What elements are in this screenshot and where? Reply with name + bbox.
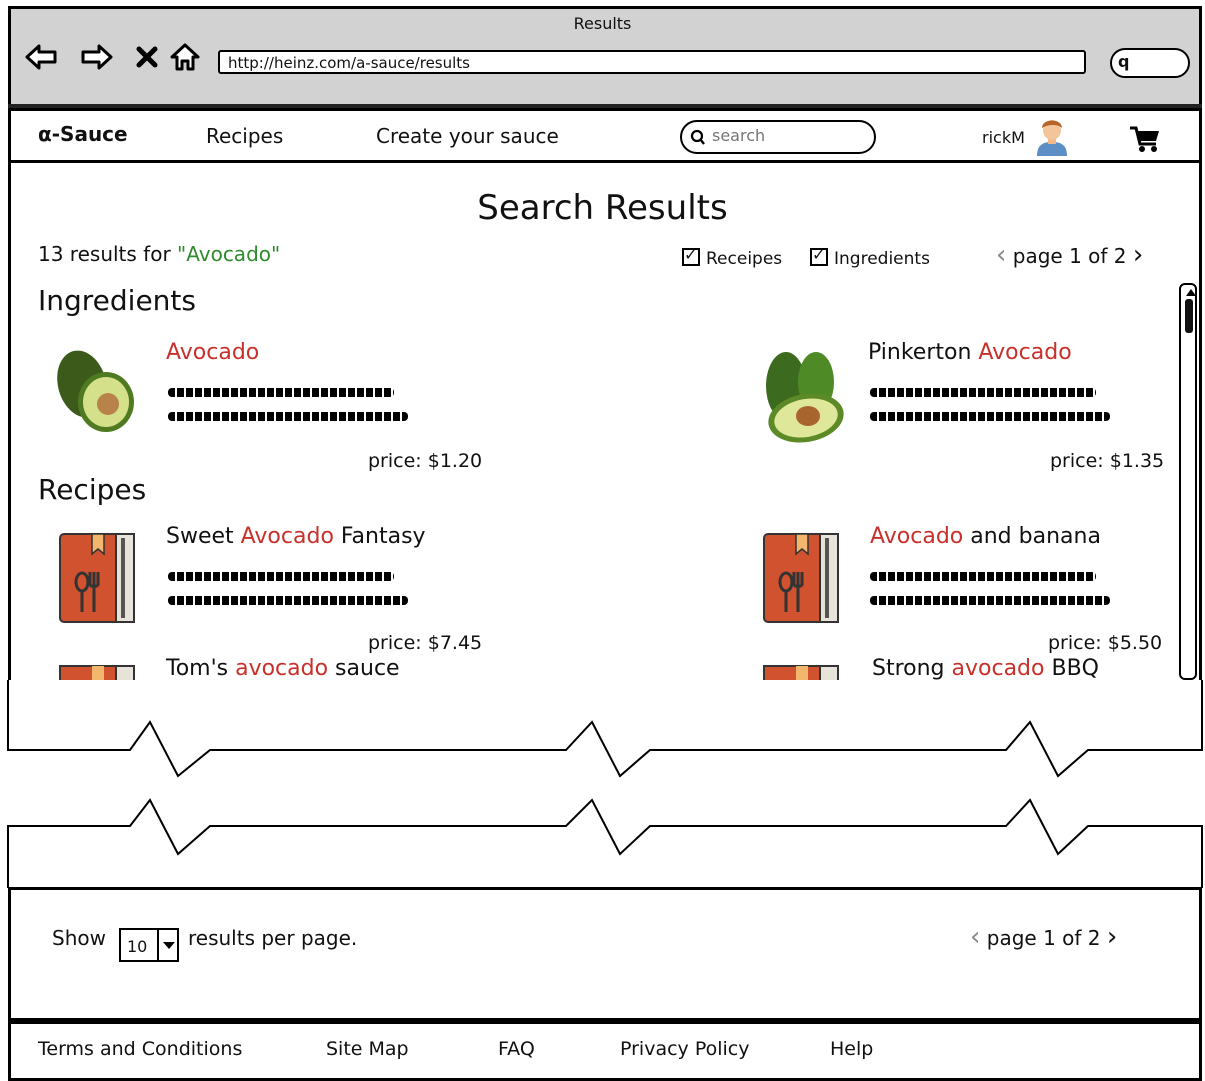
footer-link-terms[interactable]: Terms and Conditions: [38, 1038, 242, 1060]
results-summary: 13 results for "Avocado": [38, 242, 280, 266]
recipes-heading: Recipes: [38, 473, 147, 506]
site-search-field[interactable]: [680, 120, 876, 154]
prev-page-icon[interactable]: ‹: [970, 922, 980, 952]
recipe-book-icon[interactable]: [58, 532, 138, 624]
filter-label: Ingredients: [834, 249, 930, 269]
avocado-icon[interactable]: [756, 346, 846, 446]
forward-arrow-icon[interactable]: [80, 40, 114, 74]
recipe-title[interactable]: Avocado and banana: [870, 524, 1101, 549]
description-placeholder: [168, 388, 394, 397]
filter-label: Receipes: [706, 249, 783, 269]
avatar-icon[interactable]: [1034, 116, 1070, 156]
recipe-title[interactable]: Strong avocado BBQ: [872, 656, 1099, 680]
recipe-title[interactable]: Sweet Avocado Fantasy: [166, 524, 426, 549]
checkbox-checked-icon[interactable]: [810, 245, 828, 266]
site-logo[interactable]: α-Sauce: [38, 122, 128, 146]
results-query: "Avocado": [177, 242, 281, 266]
results-count: 13 results for: [38, 242, 171, 266]
home-icon[interactable]: [168, 40, 202, 74]
show-label: Show: [52, 926, 106, 950]
clipped-row: Tom's avocado sauce Strong avocado BBQ: [0, 656, 1205, 680]
recipe-book-icon[interactable]: [762, 532, 842, 624]
pager-label: page 1 of 2: [986, 926, 1101, 950]
per-page-value: 10: [127, 937, 148, 956]
chevron-down-icon[interactable]: [157, 930, 179, 960]
cart-icon[interactable]: [1128, 124, 1162, 154]
ingredient-title[interactable]: Pinkerton Avocado: [868, 340, 1072, 365]
ingredients-heading: Ingredients: [38, 284, 196, 317]
highlight-term: Avocado: [870, 524, 964, 549]
description-placeholder: [168, 596, 408, 605]
highlight-term: avocado: [951, 656, 1045, 680]
browser-search-field[interactable]: q: [1110, 48, 1190, 78]
scroll-thumb[interactable]: [1185, 299, 1193, 333]
scroll-track[interactable]: [1179, 283, 1197, 680]
footer-link-help[interactable]: Help: [830, 1038, 873, 1060]
item-price: price: $1.20: [368, 450, 483, 472]
search-icon: q: [1118, 52, 1130, 71]
pagination-panel: [8, 887, 1202, 1021]
window-title: Results: [573, 14, 632, 33]
recipe-book-icon[interactable]: [58, 664, 138, 680]
highlight-term: Avocado: [978, 340, 1072, 365]
footer-link-privacy[interactable]: Privacy Policy: [620, 1038, 749, 1060]
pager-top: ‹ page 1 of 2 ›: [996, 240, 1143, 270]
next-page-icon[interactable]: ›: [1133, 240, 1143, 270]
recipe-title[interactable]: Tom's avocado sauce: [166, 656, 400, 680]
url-bar[interactable]: http://heinz.com/a-sauce/results: [218, 50, 1086, 74]
pager-label: page 1 of 2: [1012, 244, 1127, 268]
recipe-book-icon[interactable]: [762, 664, 842, 680]
description-placeholder: [870, 596, 1110, 605]
pager-bottom: ‹ page 1 of 2 ›: [970, 922, 1117, 952]
checkbox-checked-icon[interactable]: [682, 245, 700, 266]
description-placeholder: [870, 572, 1096, 581]
footer-link-faq[interactable]: FAQ: [498, 1038, 535, 1060]
search-icon: [690, 129, 705, 145]
per-page-select[interactable]: 10: [119, 928, 179, 962]
page-break-separator: [7, 680, 1203, 888]
filter-receipes[interactable]: Receipes: [682, 245, 783, 269]
search-input[interactable]: [710, 125, 864, 146]
footer-link-sitemap[interactable]: Site Map: [326, 1038, 409, 1060]
results-scrollbar[interactable]: [1178, 283, 1198, 680]
page-title: Search Results: [477, 188, 728, 228]
next-page-icon[interactable]: ›: [1107, 922, 1117, 952]
prev-page-icon[interactable]: ‹: [996, 240, 1006, 270]
scroll-up-icon[interactable]: [1186, 289, 1196, 296]
highlight-term: avocado: [235, 656, 329, 680]
per-page-suffix: results per page.: [188, 926, 358, 950]
highlight-term: Avocado: [166, 340, 260, 365]
highlight-term: Avocado: [240, 524, 334, 549]
stop-icon[interactable]: [130, 40, 164, 74]
description-placeholder: [168, 412, 408, 421]
nav-create-your-sauce[interactable]: Create your sauce: [376, 124, 559, 148]
description-placeholder: [870, 412, 1110, 421]
user-name[interactable]: rickM: [982, 128, 1025, 147]
nav-recipes[interactable]: Recipes: [206, 124, 283, 148]
item-price: price: $5.50: [1048, 632, 1163, 654]
item-price: price: $1.35: [1050, 450, 1165, 472]
back-arrow-icon[interactable]: [24, 40, 58, 74]
ingredient-title[interactable]: Avocado: [166, 340, 259, 365]
description-placeholder: [870, 388, 1096, 397]
description-placeholder: [168, 572, 394, 581]
avocado-icon[interactable]: [52, 346, 136, 434]
filter-ingredients[interactable]: Ingredients: [810, 245, 930, 269]
item-price: price: $7.45: [368, 632, 483, 654]
